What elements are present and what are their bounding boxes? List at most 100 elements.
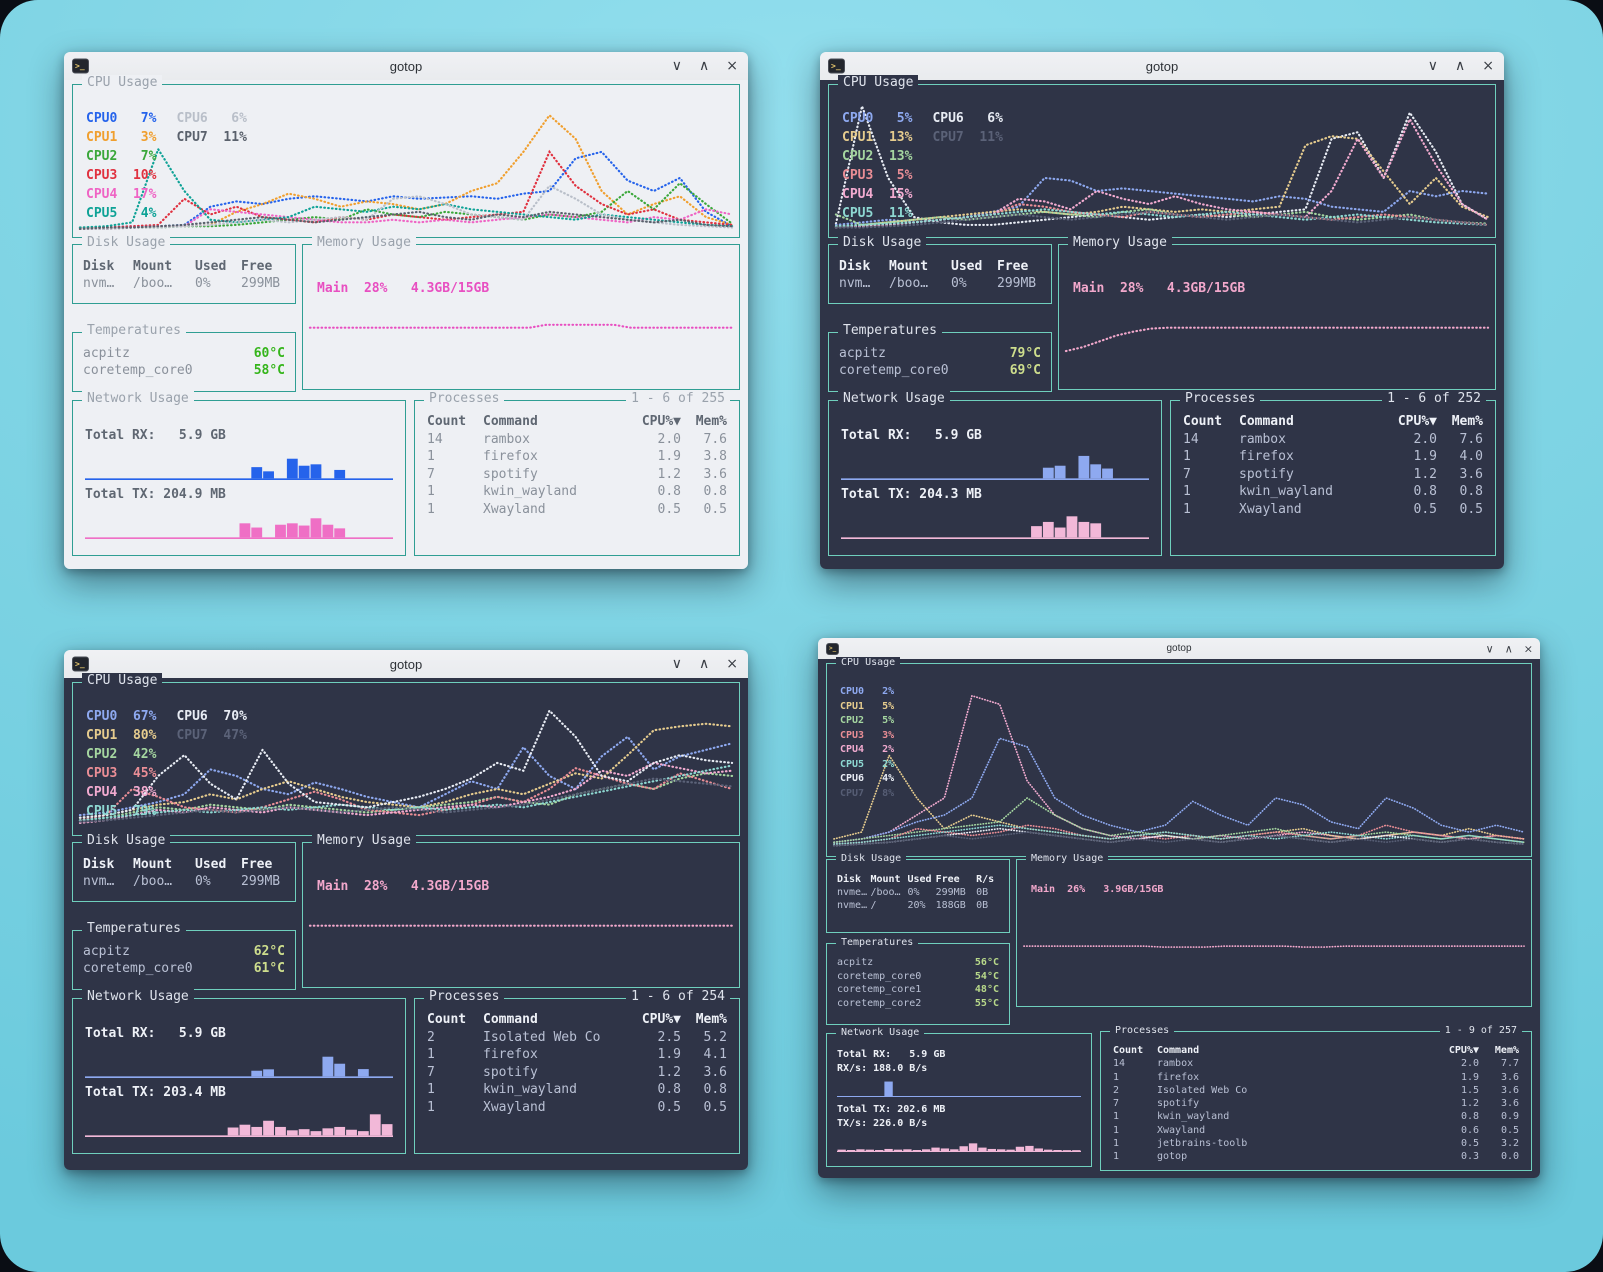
process-mem: 7.6 xyxy=(1437,431,1483,449)
sensor-value: 55°C xyxy=(975,997,999,1011)
process-command: Xwayland xyxy=(483,501,627,519)
window-titlebar[interactable]: >_gotop∨∧× xyxy=(820,52,1504,81)
process-cpu: 1.9 xyxy=(627,448,681,466)
processes-panel: Processes1 - 9 of 257CountCommandCPU%▼Me… xyxy=(1100,1031,1532,1171)
gotop-window-top-left[interactable]: >_gotop∨∧×CPU UsageCPU0 7%CPU1 3%CPU2 7%… xyxy=(64,52,748,569)
process-mem: 0.8 xyxy=(681,483,727,501)
process-mem: Mem% xyxy=(681,413,727,431)
desktop: >_gotop∨∧×CPU UsageCPU0 7%CPU1 3%CPU2 7%… xyxy=(0,0,1603,1272)
gotop-window-bottom-left[interactable]: >_gotop∨∧×CPU UsageCPU0 67%CPU1 80%CPU2 … xyxy=(64,650,748,1170)
close-button[interactable]: × xyxy=(726,59,738,73)
minimize-button[interactable]: ∨ xyxy=(672,59,682,73)
cpu-usage-panel: CPU UsageCPU0 7%CPU1 3%CPU2 7%CPU3 10%CP… xyxy=(72,84,740,238)
process-row: 7spotify1.23.6 xyxy=(1113,1097,1519,1110)
disk-table: DiskMountUsedFreenvm…/boo…0%299MB xyxy=(73,245,295,303)
process-count: 1 xyxy=(1113,1150,1157,1163)
network-usage-panel: Network UsageTotal RX: 5.9 GBTotal TX: 2… xyxy=(828,400,1162,556)
sensor-value: 79°C xyxy=(1010,345,1041,362)
process-mem: 0.8 xyxy=(1437,483,1483,501)
cpu-legend: CPU0 7%CPU1 3%CPU2 7%CPU3 10%CPU4 17%CPU… xyxy=(86,111,247,225)
gotop-window-bottom-right[interactable]: >_gotop∨∧×CPU UsageCPU0 2%CPU1 5%CPU2 5%… xyxy=(818,638,1540,1178)
network-bar-chart xyxy=(837,1077,1081,1097)
process-command: spotify xyxy=(483,466,627,484)
disk-cell: /boo… xyxy=(870,886,907,899)
minimize-button[interactable]: ∨ xyxy=(672,657,682,671)
minimize-button[interactable]: ∨ xyxy=(1428,59,1438,73)
network-bar-chart xyxy=(85,1045,393,1078)
disk-header-row: DiskMountUsedFree xyxy=(839,258,1041,275)
disk-header-cell: Mount xyxy=(889,258,951,275)
maximize-button[interactable]: ∧ xyxy=(1505,643,1513,654)
processes-table: CountCommandCPU%▼Mem%14rambox2.07.61fire… xyxy=(415,401,739,555)
disk-header-cell: Disk xyxy=(83,258,133,275)
process-row: 1jetbrains-toolb0.53.2 xyxy=(1113,1137,1519,1150)
temperature-rows: acpitz62°Ccoretemp_core061°C xyxy=(73,931,295,989)
maximize-button[interactable]: ∧ xyxy=(1455,59,1465,73)
memory-usage-panel: Memory UsageMain 28% 4.3GB/15GB xyxy=(302,842,740,988)
process-row: 14rambox2.07.6 xyxy=(1183,431,1483,449)
process-row: 1firefox1.94.1 xyxy=(427,1046,727,1064)
minimize-button[interactable]: ∨ xyxy=(1486,643,1494,654)
close-button[interactable]: × xyxy=(1524,643,1533,654)
network-rx-chart xyxy=(85,447,393,480)
cpu-legend-item-cpu7: CPU7 11% xyxy=(176,130,246,149)
disk-table: DiskMountUsedFreeR/sW/snvme…/boo…0%299MB… xyxy=(827,860,1009,932)
process-row: 7spotify1.23.6 xyxy=(1183,466,1483,484)
memory-main-label: Main 28% 4.3GB/15GB xyxy=(1073,281,1245,296)
disk-header-cell: Disk xyxy=(839,258,889,275)
cpu-legend-item-cpu7: CPU7 8% xyxy=(840,788,894,803)
process-count: 14 xyxy=(1113,1057,1157,1070)
cpu-legend-item-cpu0: CPU0 7% xyxy=(86,111,156,130)
network-bar-chart xyxy=(85,447,393,480)
gotop-window-top-right[interactable]: >_gotop∨∧×CPU UsageCPU0 5%CPU1 13%CPU2 1… xyxy=(820,52,1504,569)
process-row: 1kwin_wayland0.80.8 xyxy=(427,483,727,501)
memory-chart xyxy=(304,844,738,986)
process-row: 1firefox1.94.0 xyxy=(1183,448,1483,466)
process-row: 14rambox2.07.7 xyxy=(1113,1057,1519,1070)
process-mem: 3.2 xyxy=(1479,1137,1519,1150)
disk-header-cell: Mount xyxy=(870,873,907,886)
disk-row: nvme…/20%188GB0B208KB xyxy=(837,899,999,912)
process-header-row: CountCommandCPU%▼Mem% xyxy=(1113,1044,1519,1057)
memory-chart xyxy=(1060,246,1494,388)
network-rx-rate: RX/s: 188.0 B/s xyxy=(837,1062,1081,1076)
memory-chart xyxy=(1018,861,1530,1005)
cpu-legend-item-cpu2: CPU2 7% xyxy=(86,149,156,168)
disk-usage-panel: Disk UsageDiskMountUsedFreenvm…/boo…0%29… xyxy=(72,842,296,902)
maximize-button[interactable]: ∧ xyxy=(699,59,709,73)
temperature-row: acpitz79°C xyxy=(839,345,1041,362)
process-command: spotify xyxy=(483,1064,627,1082)
window-titlebar[interactable]: >_gotop∨∧× xyxy=(818,638,1540,660)
disk-table: DiskMountUsedFreenvm…/boo…0%299MB xyxy=(73,843,295,901)
window-titlebar[interactable]: >_gotop∨∧× xyxy=(64,52,748,81)
temperature-rows: acpitz79°Ccoretemp_core069°C xyxy=(829,333,1051,391)
temperatures-panel: Temperaturesacpitz62°Ccoretemp_core061°C xyxy=(72,930,296,990)
process-mem: Mem% xyxy=(681,1011,727,1029)
processes-table: CountCommandCPU%▼Mem%14rambox2.07.61fire… xyxy=(1171,401,1495,555)
window-content: CPU UsageCPU0 2%CPU1 5%CPU2 5%CPU3 3%CPU… xyxy=(818,659,1540,1178)
disk-cell: 299MB xyxy=(997,275,1041,292)
close-button[interactable]: × xyxy=(726,657,738,671)
memory-body: Main 28% 4.3GB/15GB xyxy=(303,245,739,389)
process-mem: 0.5 xyxy=(1479,1124,1519,1137)
process-cpu: 1.2 xyxy=(627,1064,681,1082)
process-count: 1 xyxy=(427,483,483,501)
maximize-button[interactable]: ∧ xyxy=(699,657,709,671)
process-command: Command xyxy=(483,413,627,431)
process-cpu: 0.5 xyxy=(627,1099,681,1117)
network-tx-total: Total TX: 204.3 MB xyxy=(841,486,1149,504)
process-count: 1 xyxy=(1113,1071,1157,1084)
temperature-row: coretemp_core054°C xyxy=(837,970,999,984)
sensor-name: coretemp_core1 xyxy=(837,983,921,997)
network-bar-chart xyxy=(837,1132,1081,1152)
temperature-row: acpitz60°C xyxy=(83,345,285,362)
window-titlebar[interactable]: >_gotop∨∧× xyxy=(64,650,748,679)
network-bar-chart xyxy=(85,1104,393,1137)
network-rx-chart xyxy=(837,1077,1081,1097)
cpu-usage-panel: CPU UsageCPU0 5%CPU1 13%CPU2 13%CPU3 5%C… xyxy=(828,84,1496,238)
process-row: 1kwin_wayland0.80.8 xyxy=(427,1081,727,1099)
temperature-row: acpitz62°C xyxy=(83,943,285,960)
terminal-icon: >_ xyxy=(828,59,845,74)
close-button[interactable]: × xyxy=(1482,59,1494,73)
disk-table: DiskMountUsedFreenvm…/boo…0%299MB xyxy=(829,245,1051,303)
